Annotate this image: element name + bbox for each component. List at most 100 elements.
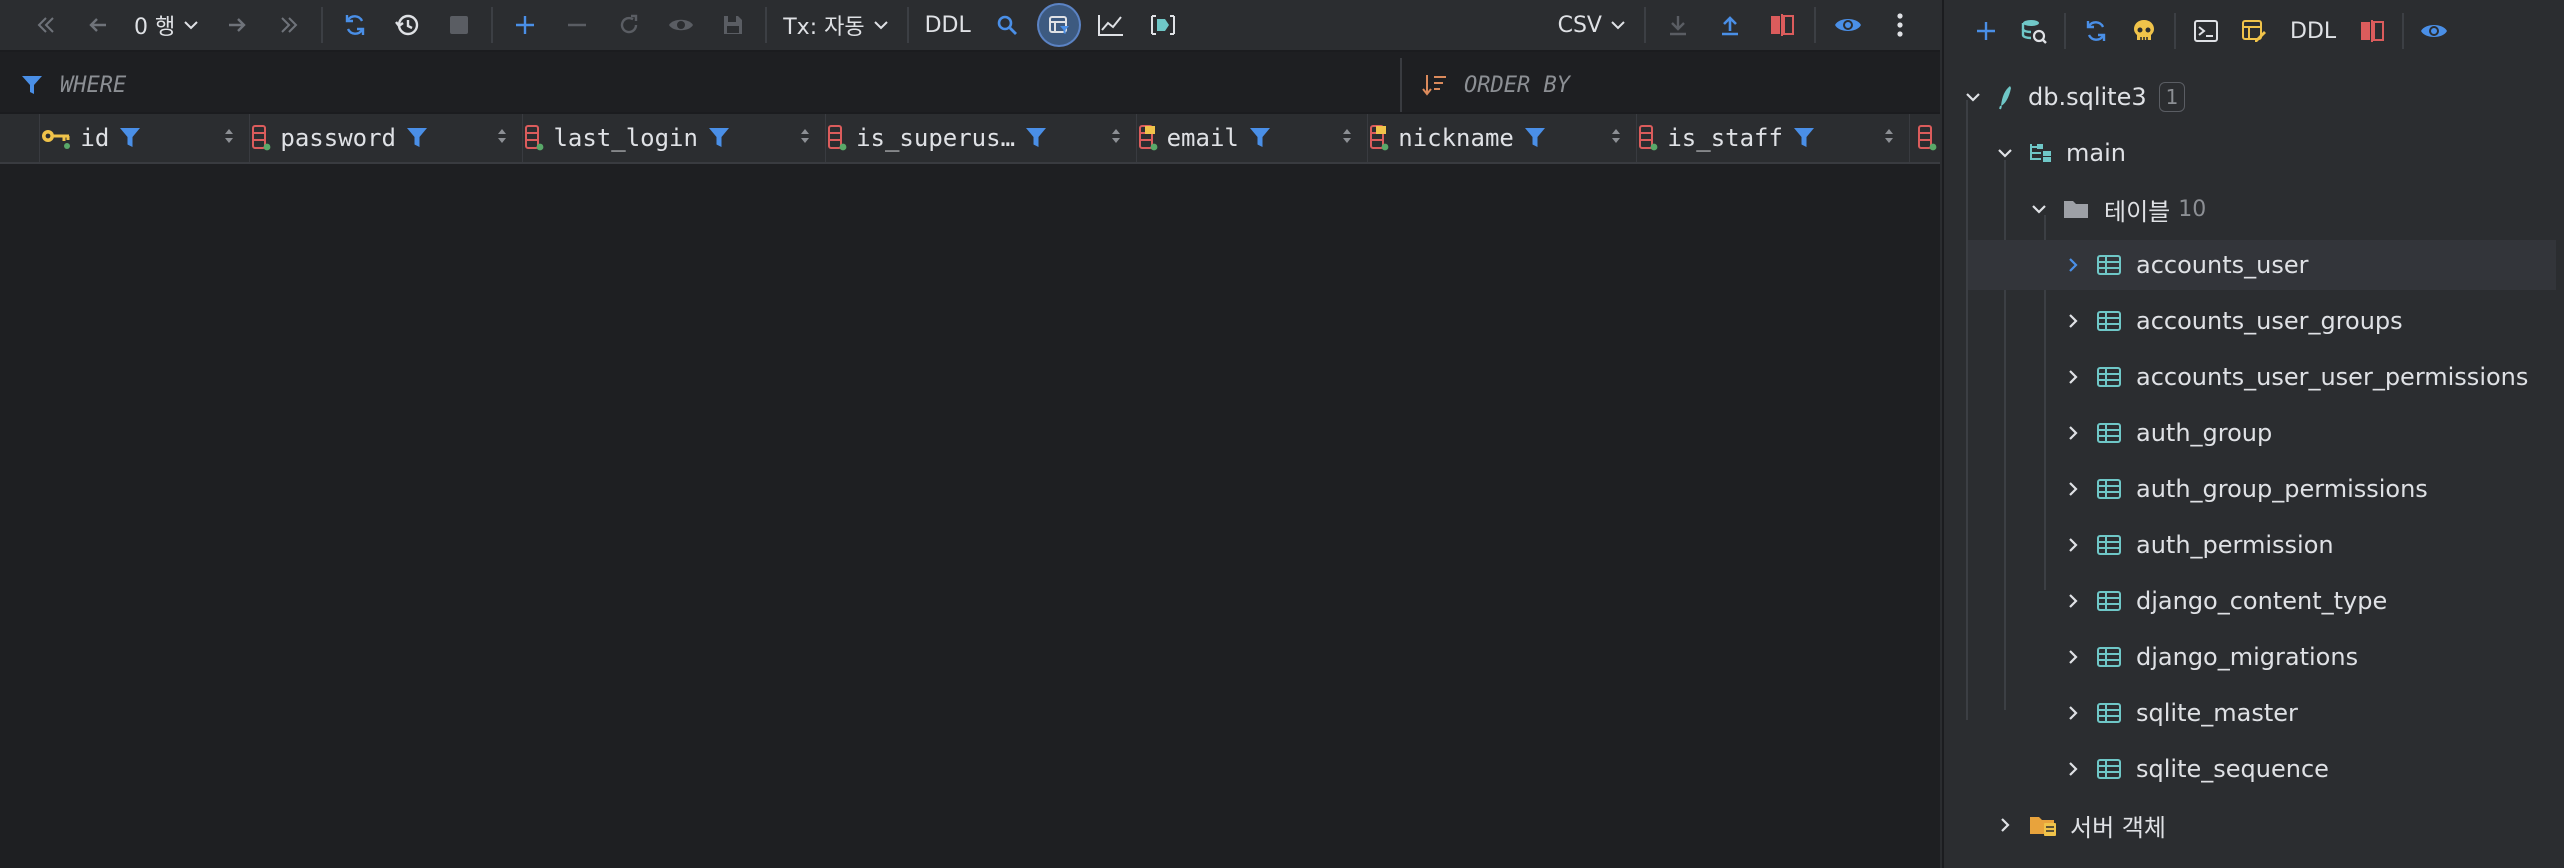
table-name: auth_group_permissions: [2136, 475, 2428, 503]
filter-icon[interactable]: [1249, 126, 1271, 150]
chevron-right-icon: [2060, 588, 2086, 614]
tree-item-table[interactable]: accounts_user_user_permissions: [2060, 352, 2528, 402]
previous-page-icon[interactable]: [76, 5, 120, 45]
folder-icon: [2062, 197, 2090, 221]
revert-icon[interactable]: [607, 5, 651, 45]
column-header[interactable]: nickname: [1368, 114, 1638, 162]
tree-item-table[interactable]: django_content_type: [2060, 576, 2387, 626]
sort-icon[interactable]: [1341, 126, 1353, 146]
tree-item-server-objects[interactable]: 서버 객체: [1992, 800, 2166, 850]
sort-icon[interactable]: [1610, 126, 1622, 146]
edit-table-icon[interactable]: [2230, 11, 2278, 51]
row-count-selector[interactable]: 0 행: [128, 5, 207, 45]
upload-icon[interactable]: [1708, 5, 1752, 45]
column-header[interactable]: is_staff: [1637, 114, 1911, 162]
column-header[interactable]: is_superus…: [826, 114, 1137, 162]
column-header[interactable]: password: [250, 114, 524, 162]
table-name: accounts_user_groups: [2136, 307, 2403, 335]
ddl-button[interactable]: DDL: [919, 5, 977, 45]
where-filter[interactable]: WHERE: [0, 58, 1400, 112]
table-name: sqlite_master: [2136, 699, 2298, 727]
ddl-label: DDL: [924, 12, 971, 38]
console-icon[interactable]: [2182, 11, 2230, 51]
order-by-filter[interactable]: ORDER BY: [1400, 58, 1940, 112]
history-icon[interactable]: [385, 5, 429, 45]
toolbar-separator: [2174, 13, 2176, 49]
add-icon[interactable]: [1962, 11, 2010, 51]
column-header[interactable]: id: [40, 114, 251, 162]
tree-item-table[interactable]: django_migrations: [2060, 632, 2358, 682]
refresh-icon[interactable]: [333, 5, 377, 45]
sort-icon[interactable]: [1883, 126, 1895, 146]
tree-guide-line: [1966, 100, 1968, 720]
compare-icon[interactable]: [2348, 11, 2396, 51]
tree-item-database[interactable]: db.sqlite3 1: [1960, 72, 2186, 122]
tree-item-tables-folder[interactable]: 테이블 10: [2026, 184, 2206, 234]
skull-icon[interactable]: [2120, 11, 2168, 51]
export-format-selector[interactable]: CSV: [1552, 5, 1634, 45]
sort-icon[interactable]: [799, 126, 811, 146]
filter-panel-toggle[interactable]: [1037, 5, 1081, 45]
refresh-icon[interactable]: [2072, 11, 2120, 51]
last-page-icon[interactable]: [267, 5, 311, 45]
next-page-icon[interactable]: [215, 5, 259, 45]
table-name: accounts_user_user_permissions: [2136, 363, 2529, 391]
table-icon: [2096, 309, 2122, 333]
transaction-mode-label: Tx: 자동: [783, 15, 865, 40]
filter-icon[interactable]: [406, 126, 428, 150]
sort-icon[interactable]: [1110, 126, 1122, 146]
tree-item-table[interactable]: auth_group: [2060, 408, 2272, 458]
toolbar-separator: [2402, 13, 2405, 49]
tree-item-schema[interactable]: main: [1992, 128, 2126, 178]
compare-icon[interactable]: [1760, 5, 1804, 45]
chart-icon[interactable]: [1089, 5, 1133, 45]
server-objects-label: 서버 객체: [2070, 813, 2166, 842]
column-header[interactable]: last_login: [523, 114, 827, 162]
tree-item-table[interactable]: accounts_user_groups: [2060, 296, 2403, 346]
column-name: email: [1166, 124, 1239, 152]
tree-item-table[interactable]: auth_permission: [2060, 520, 2334, 570]
column-header[interactable]: email: [1137, 114, 1369, 162]
sort-icon[interactable]: [496, 126, 508, 146]
filter-icon[interactable]: [708, 126, 730, 150]
search-icon[interactable]: [985, 5, 1029, 45]
filter-panel-icon: [1048, 16, 1069, 34]
table-name: auth_group: [2136, 419, 2273, 447]
filter-icon[interactable]: [1524, 126, 1546, 150]
toolbar-separator: [491, 7, 494, 43]
tree-item-table[interactable]: accounts_user: [1968, 240, 2556, 290]
export-format-label: CSV: [1557, 12, 1602, 38]
column-header-partial[interactable]: [1910, 114, 1940, 162]
transaction-mode-selector[interactable]: Tx: 자동: [777, 5, 896, 45]
filter-icon[interactable]: [1025, 126, 1047, 150]
data-source-properties-icon[interactable]: [2010, 11, 2058, 51]
filter-icon[interactable]: [1793, 126, 1815, 150]
table-icon: [2096, 757, 2122, 781]
filter-icon[interactable]: [119, 126, 141, 150]
download-icon[interactable]: [1656, 5, 1700, 45]
view-icon[interactable]: [1826, 5, 1870, 45]
schema-name: main: [2066, 139, 2126, 167]
where-label: WHERE: [60, 72, 127, 98]
chevron-down-icon: [1611, 21, 1625, 30]
save-icon[interactable]: [711, 5, 755, 45]
column-name: is_superus…: [856, 124, 1016, 152]
more-options-icon[interactable]: [1878, 5, 1922, 45]
stop-icon[interactable]: [437, 5, 481, 45]
first-page-icon[interactable]: [24, 5, 68, 45]
delete-row-icon[interactable]: [555, 5, 599, 45]
preview-icon[interactable]: [659, 5, 703, 45]
sort-icon[interactable]: [223, 126, 235, 146]
primary-key-icon: [40, 126, 72, 150]
bookmark-tag-icon[interactable]: [1141, 5, 1185, 45]
add-row-icon[interactable]: [503, 5, 547, 45]
view-icon[interactable]: [2410, 11, 2458, 51]
table-icon: [2096, 701, 2122, 725]
table-icon: [2096, 477, 2122, 501]
row-number-gutter: [0, 114, 41, 162]
tree-item-table[interactable]: auth_group_permissions: [2060, 464, 2428, 514]
tree-item-table[interactable]: sqlite_sequence: [2060, 744, 2329, 794]
ddl-button[interactable]: DDL: [2278, 11, 2348, 51]
tree-item-table[interactable]: sqlite_master: [2060, 688, 2298, 738]
chevron-right-icon: [2060, 308, 2086, 334]
